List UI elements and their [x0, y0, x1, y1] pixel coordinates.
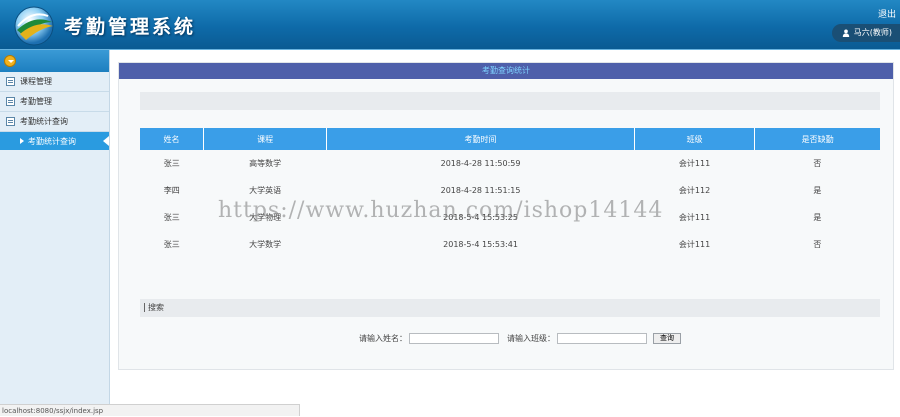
sidebar-subitem-label: 考勤统计查询 [28, 136, 76, 146]
cell-time: 2018-4-28 11:50:59 [440, 159, 521, 168]
sidebar-item-attendance-statistics[interactable]: 考勤统计查询 [0, 112, 109, 132]
table-row[interactable]: 李四 大学英语 2018-4-28 11:51:15 会计112 是 [140, 177, 880, 204]
attendance-table: 姓名 课程 考勤时间 班级 是否缺勤 张三 高等数学 2018-4-28 11:… [140, 128, 880, 258]
cell-name: 李四 [163, 186, 180, 195]
cell-class: 会计111 [678, 240, 711, 249]
cell-absent: 否 [813, 240, 822, 249]
sidebar-item-label: 考勤管理 [20, 97, 52, 106]
logout-link[interactable]: 退出 [878, 7, 896, 20]
cell-course: 高等数学 [249, 159, 282, 168]
sidebar-item-attendance-management[interactable]: 考勤管理 [0, 92, 109, 112]
cell-class: 会计112 [678, 186, 711, 195]
collapse-menu-icon[interactable] [4, 55, 16, 67]
document-icon [6, 117, 15, 126]
sidebar-toolbar [0, 50, 109, 72]
sidebar-item-label: 课程管理 [20, 77, 52, 86]
cell-absent: 否 [813, 159, 822, 168]
cell-time: 2018-5-4 15:53:25 [443, 213, 518, 222]
app-logo-icon [14, 6, 54, 46]
class-search-input[interactable] [557, 333, 647, 344]
cell-time: 2018-4-28 11:51:15 [440, 186, 521, 195]
table-row[interactable]: 张三 高等数学 2018-4-28 11:50:59 会计111 否 [140, 150, 880, 177]
column-header-course[interactable]: 课程 [203, 128, 328, 150]
toolbar-bar [140, 92, 880, 110]
cell-time: 2018-5-4 15:53:41 [443, 240, 518, 249]
document-icon [6, 77, 15, 86]
cell-absent: 是 [813, 186, 822, 195]
document-icon [6, 97, 15, 106]
cell-name: 张三 [163, 159, 180, 168]
cell-class: 会计111 [678, 159, 711, 168]
user-name-label: 马六(教师) [853, 28, 892, 37]
class-field-label: 请输入班级： [507, 334, 555, 343]
name-field-label: 请输入姓名： [359, 334, 407, 343]
cell-class: 会计111 [678, 213, 711, 222]
column-header-absent[interactable]: 是否缺勤 [754, 128, 880, 150]
name-search-input[interactable] [409, 333, 499, 344]
cell-absent: 是 [813, 213, 822, 222]
app-title: 考勤管理系统 [64, 16, 197, 38]
caret-right-icon [20, 138, 24, 144]
user-icon [842, 29, 849, 37]
sidebar-subitem-attendance-statistics[interactable]: 考勤统计查询 [0, 132, 109, 150]
cell-course: 大学物理 [249, 213, 282, 222]
table-header-row: 姓名 课程 考勤时间 班级 是否缺勤 [140, 128, 880, 150]
query-button[interactable]: 查询 [653, 333, 681, 344]
sidebar-item-label: 考勤统计查询 [20, 117, 68, 126]
sidebar-item-course-management[interactable]: 课程管理 [0, 72, 109, 92]
cell-course: 大学数学 [249, 240, 282, 249]
panel-title: 考勤查询统计 [119, 63, 893, 79]
browser-status-bar: localhost:8080/ssjx/index.jsp [0, 404, 300, 416]
column-header-class[interactable]: 班级 [634, 128, 756, 150]
table-row[interactable]: 张三 大学数学 2018-5-4 15:53:41 会计111 否 [140, 231, 880, 258]
column-header-name[interactable]: 姓名 [140, 128, 205, 150]
cell-name: 张三 [163, 240, 180, 249]
column-header-time[interactable]: 考勤时间 [326, 128, 635, 150]
search-form: 请输入姓名： 请输入班级： 查询 [359, 333, 681, 344]
table-row[interactable]: 张三 大学物理 2018-5-4 15:53:25 会计111 是 [140, 204, 880, 231]
sidebar: 课程管理 考勤管理 考勤统计查询 考勤统计查询 [0, 50, 110, 416]
cell-course: 大学英语 [249, 186, 282, 195]
user-badge[interactable]: 马六(教师) [831, 24, 900, 42]
main-panel: 考勤查询统计 姓名 课程 考勤时间 班级 是否缺勤 张三 高等数学 2018-4… [118, 62, 894, 370]
app-header: 考勤管理系统 退出 马六(教师) [0, 0, 900, 50]
search-section-header: 搜索 [140, 299, 880, 317]
cell-name: 张三 [163, 213, 180, 222]
